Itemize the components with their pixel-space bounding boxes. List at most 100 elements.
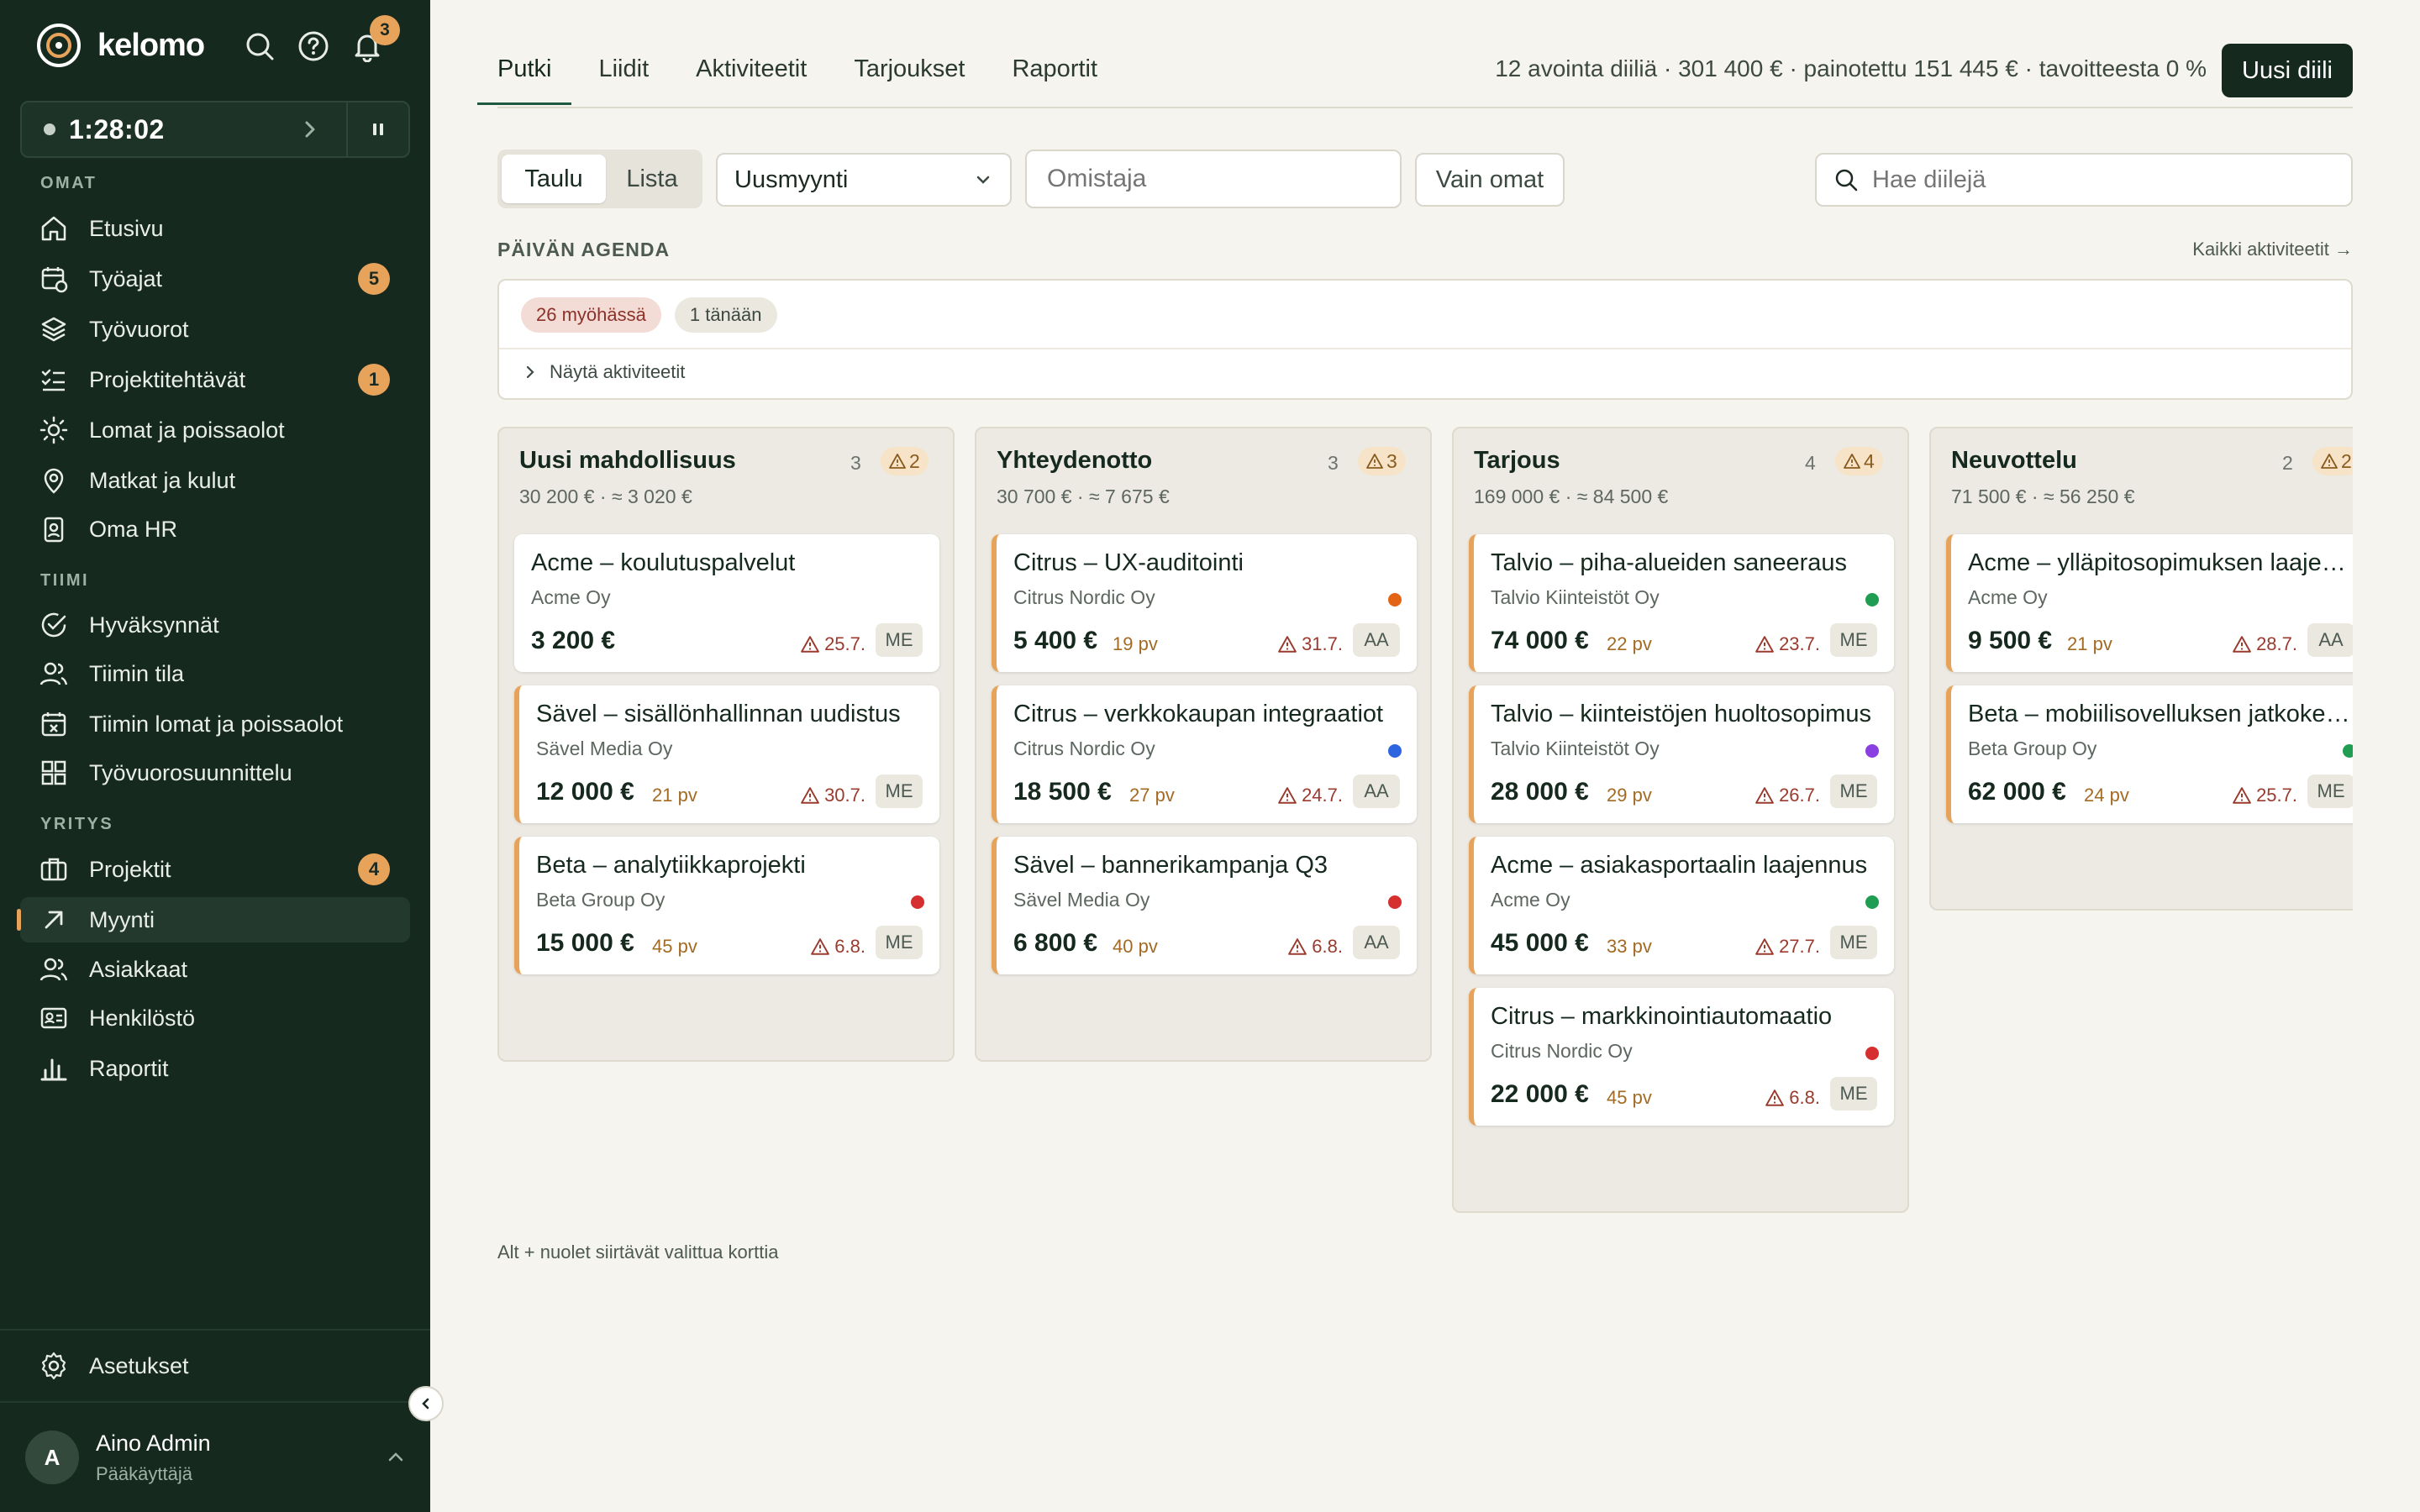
show-activities-toggle[interactable]: Näytä aktiviteetit bbox=[523, 361, 685, 383]
sidebar-item-projektit[interactable]: Projektit 4 bbox=[20, 847, 410, 892]
collapse-sidebar-button[interactable] bbox=[408, 1386, 444, 1421]
deal-card[interactable]: Acme – asiakasportaalin laajennus Acme O… bbox=[1469, 837, 1894, 974]
agenda-title: PÄIVÄN AGENDA bbox=[497, 239, 671, 260]
stage-count: 2 bbox=[2282, 452, 2293, 474]
sidebar-item-label: Henkilöstö bbox=[89, 1005, 196, 1031]
deal-card[interactable]: Citrus – markkinointiautomaatio Citrus N… bbox=[1469, 988, 1894, 1126]
deal-card[interactable]: Citrus – verkkokaupan integraatiot Citru… bbox=[992, 685, 1417, 823]
deal-title: Citrus – UX-auditointi bbox=[1013, 549, 1244, 576]
sidebar-item-lomat[interactable]: Lomat ja poissaolot bbox=[20, 407, 410, 453]
briefcase-icon bbox=[40, 858, 67, 881]
pipeline-summary: 12 avointa diiliä · 301 400 € · painotet… bbox=[1495, 55, 2207, 81]
only-mine-button[interactable]: Vain omat bbox=[1415, 153, 1565, 207]
sidebar-item-tyovuorot[interactable]: Työvuorot bbox=[20, 307, 410, 352]
chevron-up-icon[interactable] bbox=[383, 1445, 408, 1470]
deal-card[interactable]: Beta – analytiikkaprojekti Beta Group Oy… bbox=[514, 837, 939, 974]
bell-icon[interactable]: 3 bbox=[351, 15, 400, 62]
tab-putki[interactable]: Putki bbox=[476, 49, 573, 105]
deal-value: 6 800 € bbox=[1013, 929, 1098, 957]
warning-icon bbox=[2233, 636, 2251, 653]
section-label-company: YRITYS bbox=[40, 815, 114, 833]
sidebar-item-henkilosto[interactable]: Henkilöstö bbox=[20, 995, 410, 1041]
warning-icon bbox=[1278, 636, 1297, 653]
app-name: kelomo bbox=[97, 27, 205, 63]
stage-total: 30 700 € bbox=[997, 486, 1072, 507]
deal-card[interactable]: Beta – mobiilisovelluksen jatkokehitys B… bbox=[1946, 685, 2353, 823]
sidebar-item-myynti[interactable]: Myynti bbox=[17, 897, 410, 942]
show-activities-label: Näytä aktiviteetit bbox=[550, 361, 686, 382]
deal-owner-initials: ME bbox=[876, 623, 923, 657]
sidebar-item-etusivu[interactable]: Etusivu bbox=[20, 206, 410, 251]
deal-age: 21 pv bbox=[652, 785, 697, 806]
deal-owner-initials: ME bbox=[1830, 774, 1877, 808]
deal-due-warning: 25.7. bbox=[2233, 785, 2297, 806]
warning-icon bbox=[801, 636, 819, 653]
warning-icon bbox=[1765, 1089, 1785, 1106]
deal-company: Beta Group Oy bbox=[536, 889, 666, 911]
users-icon bbox=[39, 958, 68, 981]
deal-card[interactable]: Acme – ylläpitosopimuksen laajennus Acme… bbox=[1946, 534, 2353, 672]
sidebar-item-asiakkaat[interactable]: Asiakkaat bbox=[20, 947, 410, 992]
owner-filter-input[interactable] bbox=[1025, 150, 1402, 208]
deal-value: 45 000 € bbox=[1491, 929, 1589, 957]
user-menu[interactable]: A Aino Admin Pääkäyttäjä bbox=[25, 1428, 408, 1487]
deal-due-date: 6.8. bbox=[1789, 1087, 1820, 1108]
deal-value: 15 000 € bbox=[536, 929, 634, 957]
deal-card[interactable]: Citrus – UX-auditointi Citrus Nordic Oy … bbox=[992, 534, 1417, 672]
tab-liidit[interactable]: Liidit bbox=[598, 49, 649, 103]
deal-due-warning: 25.7. bbox=[801, 633, 865, 655]
stage-warning-count: 2 bbox=[2341, 449, 2352, 472]
sidebar-item-asetukset[interactable]: Asetukset bbox=[20, 1343, 410, 1389]
sidebar-item-matkat[interactable]: Matkat ja kulut bbox=[20, 458, 410, 503]
help-icon[interactable] bbox=[297, 30, 329, 62]
new-deal-button[interactable]: Uusi diili bbox=[2222, 44, 2353, 97]
pause-button[interactable] bbox=[348, 101, 408, 158]
sidebar-item-label: Lomat ja poissaolot bbox=[89, 417, 285, 443]
search-input[interactable] bbox=[1872, 165, 2334, 194]
deal-status-dot bbox=[911, 895, 924, 909]
view-board-button[interactable]: Taulu bbox=[502, 155, 606, 203]
tab-aktiviteetit[interactable]: Aktiviteetit bbox=[696, 49, 807, 103]
search-icon[interactable] bbox=[244, 30, 276, 62]
deal-card[interactable]: Acme – koulutuspalvelut Acme Oy 3 200 € … bbox=[514, 534, 939, 672]
deal-due-date: 25.7. bbox=[824, 633, 865, 654]
checklist-icon bbox=[41, 369, 65, 391]
deal-search[interactable] bbox=[1815, 153, 2353, 207]
deal-card[interactable]: Talvio – kiinteistöjen huoltosopimus Tal… bbox=[1469, 685, 1894, 823]
all-activities-link[interactable]: Kaikki aktiviteetit → bbox=[2192, 239, 2353, 260]
sidebar-item-tiimin-tila[interactable]: Tiimin tila bbox=[20, 651, 410, 696]
sidebar-divider bbox=[0, 1401, 430, 1403]
chevron-left-icon bbox=[422, 1398, 429, 1410]
stage-warning-badge: 2 bbox=[2312, 447, 2353, 475]
stage-title: Neuvottelu bbox=[1951, 447, 2077, 474]
deal-card[interactable]: Sävel – bannerikampanja Q3 Sävel Media O… bbox=[992, 837, 1417, 974]
sidebar-item-raportit[interactable]: Raportit bbox=[20, 1046, 410, 1091]
sidebar-item-projektitehtavat[interactable]: Projektitehtävät 1 bbox=[20, 357, 410, 402]
deal-owner-initials: ME bbox=[1830, 623, 1877, 657]
deal-due-date: 25.7. bbox=[2256, 785, 2297, 806]
sidebar-item-tyovuorosuunnittelu[interactable]: Työvuorosuunnittelu bbox=[20, 750, 410, 795]
logo[interactable]: kelomo bbox=[35, 22, 205, 69]
today-badge[interactable]: 1 tänään bbox=[674, 297, 777, 333]
pipeline-select[interactable]: Uusmyynti bbox=[716, 153, 1012, 207]
deal-due-date: 27.7. bbox=[1779, 936, 1820, 957]
sidebar-item-tiimin-lomat[interactable]: Tiimin lomat ja poissaolot bbox=[20, 701, 410, 747]
deal-value: 3 200 € bbox=[531, 627, 616, 654]
notification-badge: 3 bbox=[370, 15, 400, 45]
overdue-badge[interactable]: 26 myöhässä bbox=[521, 297, 661, 333]
tab-tarjoukset[interactable]: Tarjoukset bbox=[854, 49, 965, 103]
view-list-button[interactable]: Lista bbox=[606, 155, 698, 203]
time-tracker[interactable]: 1:28:02 bbox=[20, 101, 410, 158]
deal-card[interactable]: Sävel – sisällönhallinnan uudistus Sävel… bbox=[514, 685, 939, 823]
deal-card[interactable]: Talvio – piha-alueiden saneeraus Talvio … bbox=[1469, 534, 1894, 672]
chevron-right-icon[interactable] bbox=[296, 115, 324, 144]
sidebar-item-oma-hr[interactable]: Oma HR bbox=[20, 507, 410, 552]
deal-due-warning: 28.7. bbox=[2233, 633, 2297, 655]
sidebar-item-hyvaksynnat[interactable]: Hyväksynnät bbox=[20, 602, 410, 648]
deal-value: 22 000 € bbox=[1491, 1080, 1589, 1108]
deal-company: Acme Oy bbox=[1968, 586, 2048, 608]
deal-owner-initials: AA bbox=[1353, 926, 1400, 959]
sidebar-item-tyoajat[interactable]: Työajat 5 bbox=[20, 256, 410, 302]
tab-raportit[interactable]: Raportit bbox=[1012, 49, 1097, 103]
bar-chart-icon bbox=[40, 1058, 67, 1081]
